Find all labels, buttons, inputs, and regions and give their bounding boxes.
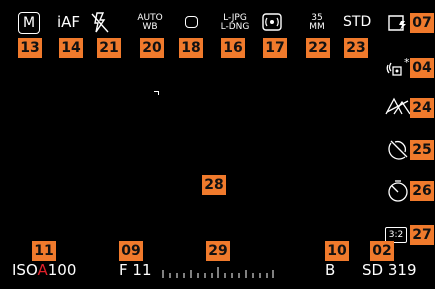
self-timer-icon[interactable] bbox=[386, 179, 410, 203]
callout-23: 23 bbox=[344, 38, 368, 58]
exposure-scale bbox=[161, 264, 275, 278]
card-label: SD bbox=[362, 261, 384, 279]
callout-18: 18 bbox=[179, 38, 203, 58]
callout-20: 20 bbox=[140, 38, 164, 58]
shots-remaining: 319 bbox=[387, 261, 417, 279]
callout-24: 24 bbox=[410, 98, 434, 118]
callout-11: 11 bbox=[32, 241, 56, 261]
file-format-line2: L-DNG bbox=[220, 22, 250, 32]
drive-mode-icon[interactable] bbox=[183, 14, 199, 30]
iso-value: 100 bbox=[47, 261, 77, 279]
callout-29: 29 bbox=[206, 241, 230, 261]
film-mode-indicator[interactable]: 35 MM bbox=[305, 12, 329, 34]
distortion-correction-icon[interactable] bbox=[384, 95, 412, 117]
file-format-indicator[interactable]: L-JPG L-DNG bbox=[219, 12, 251, 34]
iso-prefix: ISO bbox=[12, 261, 38, 279]
exposure-mode-icon[interactable]: M bbox=[18, 12, 40, 34]
callout-02: 02 bbox=[370, 241, 394, 261]
aperture-value: 11 bbox=[132, 261, 152, 279]
white-balance-indicator[interactable]: AUTO WB bbox=[137, 12, 163, 34]
flash-off-icon[interactable] bbox=[88, 10, 112, 36]
iso-indicator[interactable]: ISOA100 bbox=[12, 263, 76, 278]
exposure-mode-label: M bbox=[22, 15, 36, 31]
callout-25: 25 bbox=[410, 140, 434, 160]
shutter-speed-value[interactable]: B bbox=[325, 263, 335, 278]
callout-26: 26 bbox=[410, 181, 434, 201]
callout-17: 17 bbox=[263, 38, 287, 58]
style-label[interactable]: STD bbox=[343, 15, 371, 29]
aperture-indicator[interactable]: F 11 bbox=[119, 263, 152, 278]
callout-16: 16 bbox=[221, 38, 245, 58]
gps-off-icon[interactable] bbox=[385, 137, 411, 161]
storage-indicator[interactable]: SD 319 bbox=[362, 263, 417, 278]
callout-22: 22 bbox=[306, 38, 330, 58]
iso-auto-label: A bbox=[37, 261, 48, 279]
aperture-prefix: F bbox=[119, 261, 128, 279]
callout-10: 10 bbox=[325, 241, 349, 261]
wb-line2: WB bbox=[142, 22, 158, 32]
battery-charging-icon[interactable] bbox=[386, 13, 410, 33]
metering-mode-icon[interactable] bbox=[261, 11, 283, 33]
focus-mode-label[interactable]: iAF bbox=[57, 15, 80, 30]
callout-07: 07 bbox=[410, 13, 434, 33]
callout-27: 27 bbox=[410, 225, 434, 245]
callout-13: 13 bbox=[18, 38, 42, 58]
callout-14: 14 bbox=[59, 38, 83, 58]
callout-04: 04 bbox=[410, 58, 434, 78]
aspect-ratio-label: 3:2 bbox=[388, 230, 404, 240]
film-mode-line2: MM bbox=[309, 22, 325, 32]
callout-28: 28 bbox=[202, 175, 226, 195]
af-point-marker bbox=[154, 91, 159, 95]
callout-09: 09 bbox=[119, 241, 143, 261]
callout-21: 21 bbox=[97, 38, 121, 58]
